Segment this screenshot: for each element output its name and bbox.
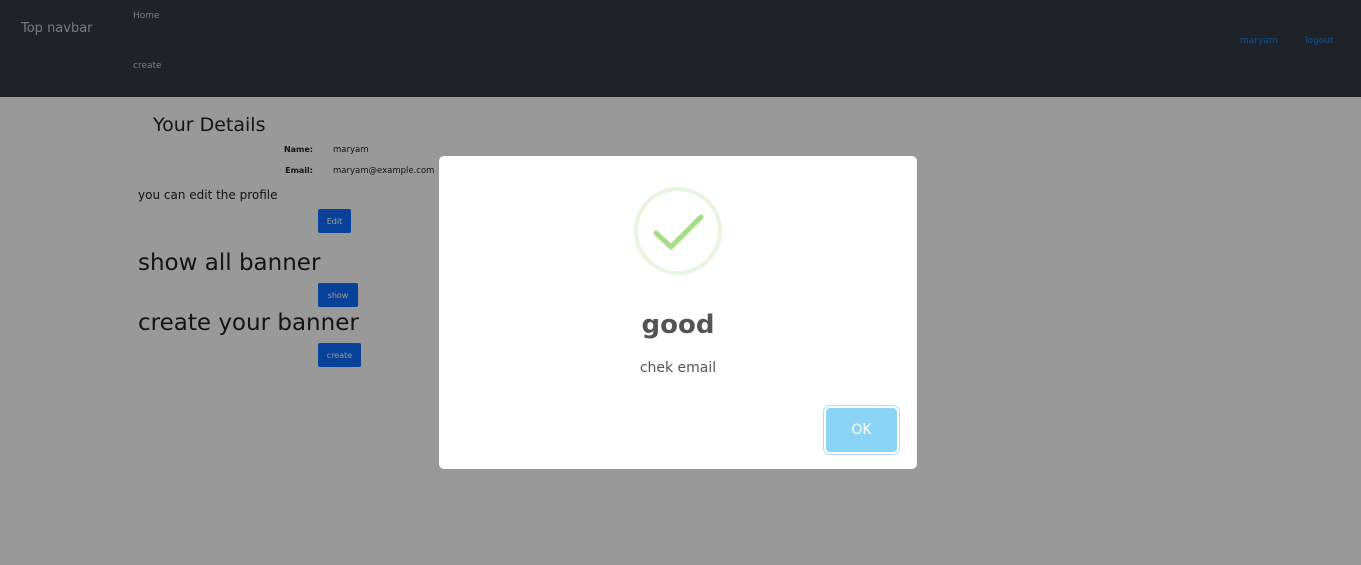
ok-button[interactable]: OK bbox=[826, 408, 897, 452]
success-check-icon bbox=[634, 187, 722, 275]
page: Top navbar Home create maryam logout You… bbox=[0, 0, 1361, 565]
alert-modal: good chek email OK bbox=[439, 156, 917, 469]
modal-text: chek email bbox=[639, 360, 717, 376]
modal-title: good bbox=[641, 310, 715, 340]
